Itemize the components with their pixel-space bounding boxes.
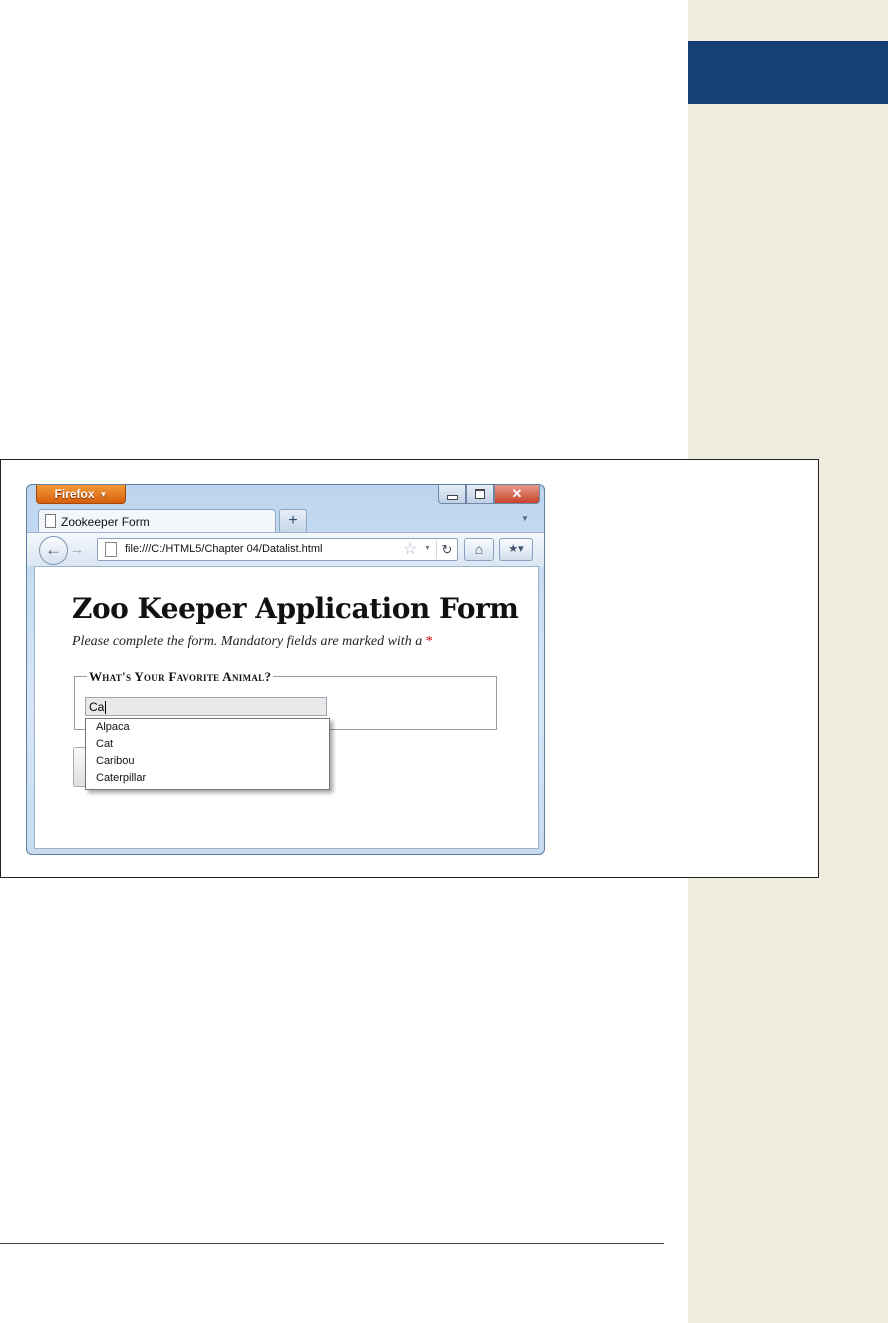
datalist-suggestions: Alpaca Cat Caribou Caterpillar xyxy=(85,718,330,790)
suggestion-item[interactable]: Caribou xyxy=(86,753,329,770)
tab-label: Zookeeper Form xyxy=(61,515,150,529)
minimize-icon xyxy=(446,494,458,500)
close-icon: ✕ xyxy=(511,486,523,501)
back-arrow-icon: ← xyxy=(45,540,62,559)
plus-icon: + xyxy=(288,512,298,529)
browser-window: Firefox ▼ ✕ Zookeeper Form + ▼ ← → file:/… xyxy=(26,484,545,855)
home-icon: ⌂ xyxy=(474,541,484,557)
figure-frame: Firefox ▼ ✕ Zookeeper Form + ▼ ← → file:/… xyxy=(0,459,819,878)
suggestion-item[interactable]: Alpaca xyxy=(86,719,329,736)
page-icon xyxy=(45,514,56,528)
text-cursor xyxy=(105,701,107,715)
back-button[interactable]: ← xyxy=(39,536,68,565)
window-controls: ✕ xyxy=(438,485,540,504)
forward-arrow-icon: → xyxy=(69,541,85,558)
required-marker: * xyxy=(425,634,433,649)
page-viewport: Zoo Keeper Application Form Please compl… xyxy=(34,566,539,849)
bookmark-star-icon[interactable]: ☆ xyxy=(403,539,417,559)
bookmarks-icon: ★▾ xyxy=(508,543,524,555)
page-intro: Please complete the form. Mandatory fiel… xyxy=(72,634,433,650)
chapter-tab xyxy=(688,41,888,104)
close-button[interactable]: ✕ xyxy=(494,485,540,504)
new-tab-button[interactable]: + xyxy=(279,509,307,533)
tab-zookeeper-form[interactable]: Zookeeper Form xyxy=(38,509,276,533)
page-title: Zoo Keeper Application Form xyxy=(72,592,519,625)
firefox-menu-label: Firefox xyxy=(54,487,95,501)
suggestion-item[interactable]: Cat xyxy=(86,736,329,753)
input-value: Ca xyxy=(89,700,105,714)
chevron-down-icon: ▼ xyxy=(99,489,108,499)
suggestion-item[interactable]: Caterpillar xyxy=(86,770,329,787)
page-icon xyxy=(105,542,117,557)
minimize-button[interactable] xyxy=(438,485,466,504)
intro-text: Please complete the form. Mandatory fiel… xyxy=(72,634,423,649)
fieldset-legend: What's Your Favorite Animal? xyxy=(87,669,274,685)
tab-list-dropdown-icon[interactable]: ▼ xyxy=(521,514,529,523)
page-footer-rule xyxy=(0,1243,664,1244)
firefox-menu-button[interactable]: Firefox ▼ xyxy=(36,485,126,504)
favorite-animal-input[interactable]: Ca xyxy=(85,697,327,716)
history-dropdown-icon[interactable]: ▼ xyxy=(424,545,431,552)
home-button[interactable]: ⌂ xyxy=(464,538,494,561)
forward-button[interactable]: → xyxy=(67,540,87,559)
address-bar[interactable]: file:///C:/HTML5/Chapter 04/Datalist.htm… xyxy=(97,538,458,561)
bookmarks-button[interactable]: ★▾ xyxy=(499,538,533,561)
reload-icon[interactable]: ↻ xyxy=(436,540,457,559)
maximize-icon xyxy=(475,489,485,499)
navigation-toolbar: ← → file:///C:/HTML5/Chapter 04/Datalist… xyxy=(27,532,544,566)
maximize-button[interactable] xyxy=(466,485,494,504)
address-url[interactable]: file:///C:/HTML5/Chapter 04/Datalist.htm… xyxy=(125,543,322,555)
